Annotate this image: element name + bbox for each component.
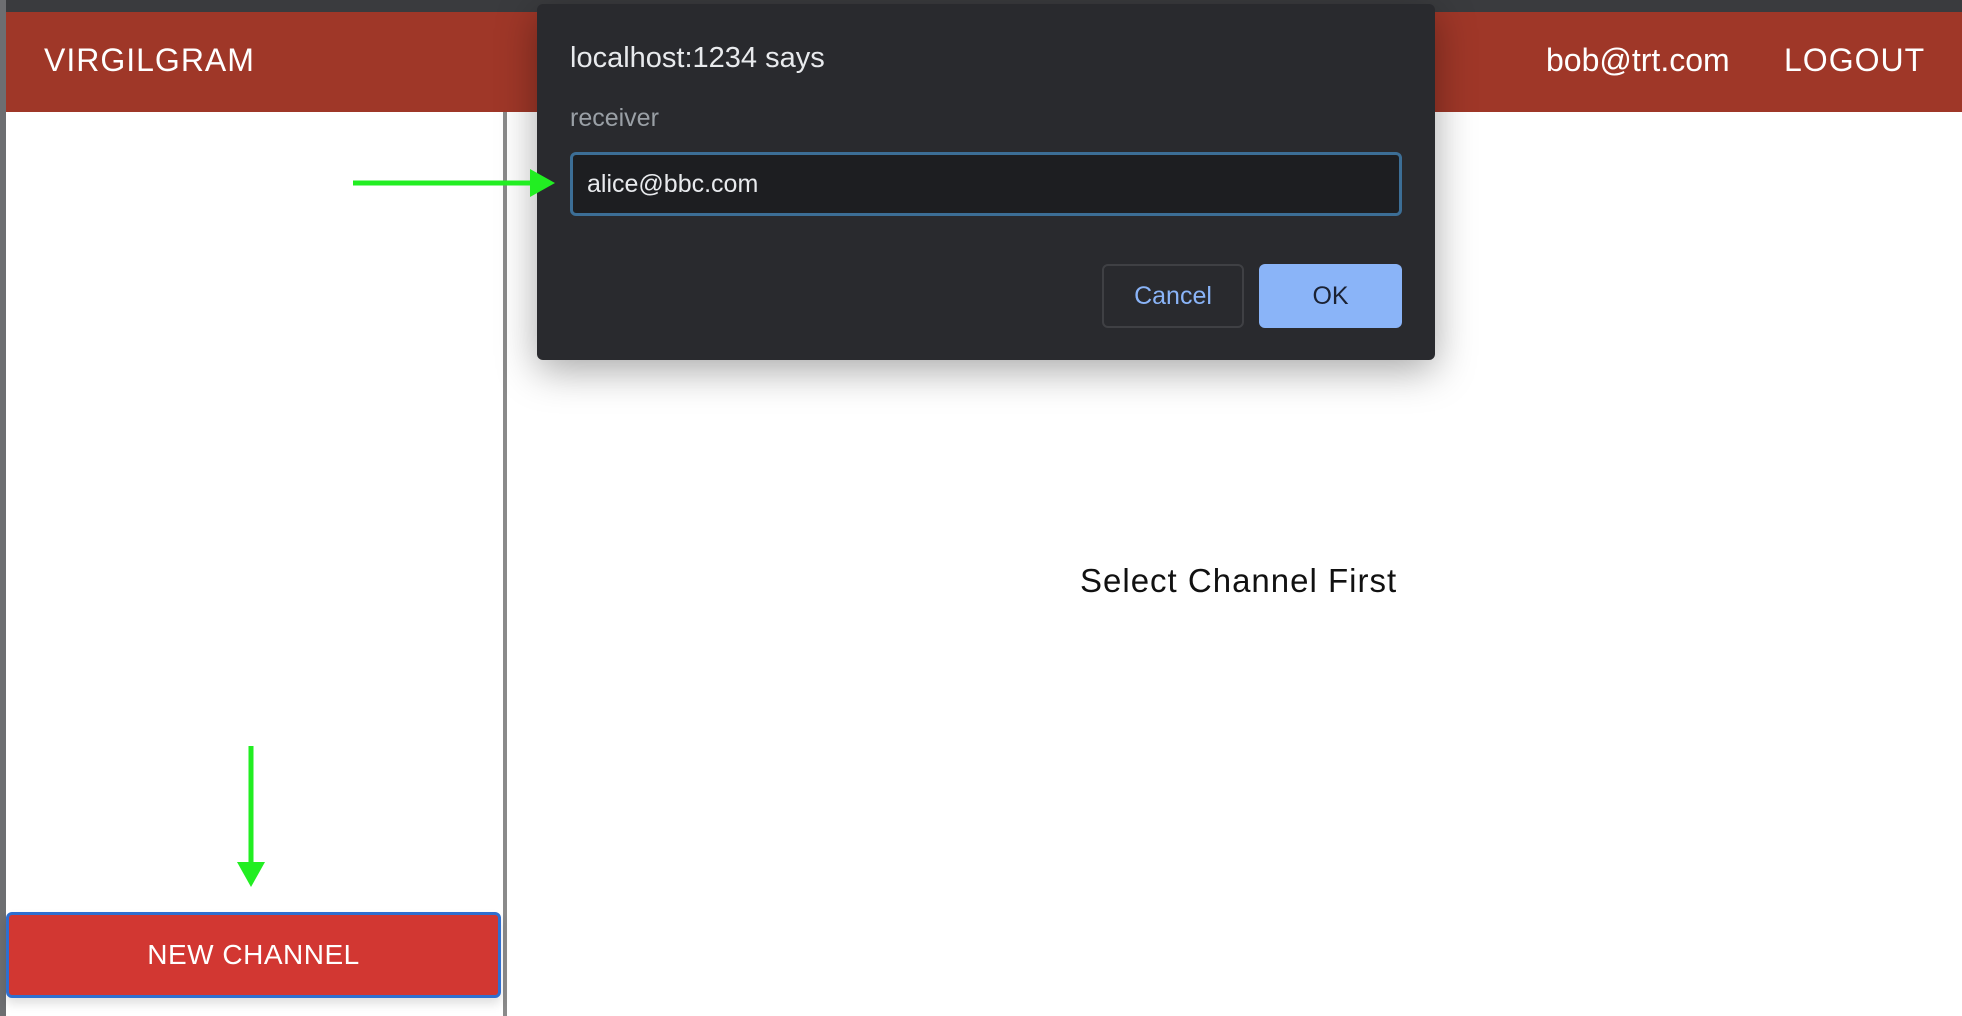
logout-button[interactable]: LOGOUT xyxy=(1784,42,1925,79)
receiver-input[interactable] xyxy=(570,152,1402,216)
new-channel-button[interactable]: NEW CHANNEL xyxy=(6,912,501,998)
app-brand: VIRGILGRAM xyxy=(44,42,255,78)
dialog-message: receiver xyxy=(570,104,659,132)
channel-sidebar: NEW CHANNEL xyxy=(6,112,507,1016)
dialog-title: localhost:1234 says xyxy=(570,42,825,74)
user-email: bob@trt.com xyxy=(1546,42,1730,78)
ok-button[interactable]: OK xyxy=(1259,264,1402,328)
select-channel-message: Select Channel First xyxy=(1080,562,1398,599)
cancel-button[interactable]: Cancel xyxy=(1102,264,1244,328)
prompt-dialog: localhost:1234 says receiver Cancel OK xyxy=(537,4,1435,360)
